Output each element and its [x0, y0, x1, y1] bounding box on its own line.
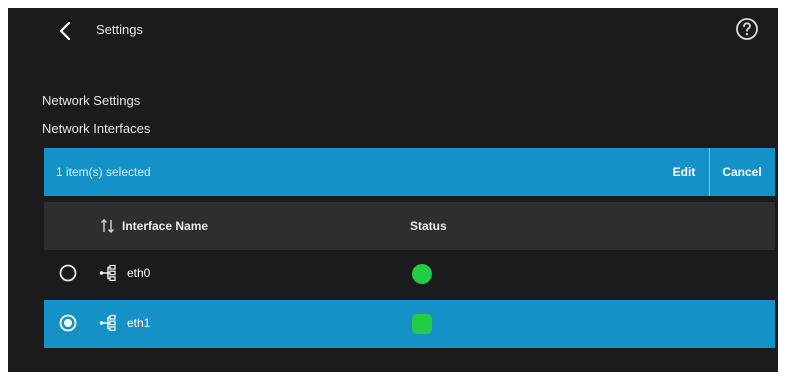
- divider: [709, 148, 710, 196]
- cancel-button[interactable]: Cancel: [712, 148, 772, 196]
- page-title: Settings: [96, 22, 143, 37]
- header: Settings: [8, 8, 778, 54]
- radio-button-eth1[interactable]: [59, 314, 77, 332]
- table-row[interactable]: eth1: [44, 300, 775, 348]
- back-button[interactable]: [52, 18, 78, 44]
- selection-bar: 1 item(s) selected Edit Cancel: [44, 148, 775, 196]
- section-subtitle: Network Interfaces: [42, 121, 151, 136]
- table-row[interactable]: eth0: [44, 250, 775, 298]
- network-tree-icon: [99, 264, 116, 281]
- settings-screen: Settings Network Settings Network Interf…: [8, 8, 778, 372]
- radio-button-eth0[interactable]: [59, 264, 77, 282]
- chevron-left-icon: [59, 21, 71, 41]
- edit-button[interactable]: Edit: [664, 148, 704, 196]
- status-indicator: [412, 264, 432, 284]
- section-title: Network Settings: [42, 93, 141, 108]
- question-circle-icon[interactable]: [735, 17, 759, 41]
- interface-name: eth0: [127, 266, 151, 280]
- selection-count-text: 1 item(s) selected: [56, 165, 151, 179]
- column-header-status: Status: [410, 219, 447, 233]
- status-indicator: [412, 314, 432, 334]
- sort-arrows-icon[interactable]: [99, 217, 117, 235]
- column-header-interface-name[interactable]: Interface Name: [122, 219, 208, 233]
- network-tree-icon: [99, 314, 116, 331]
- table-header: Interface Name Status: [44, 202, 775, 250]
- interface-name: eth1: [127, 316, 151, 330]
